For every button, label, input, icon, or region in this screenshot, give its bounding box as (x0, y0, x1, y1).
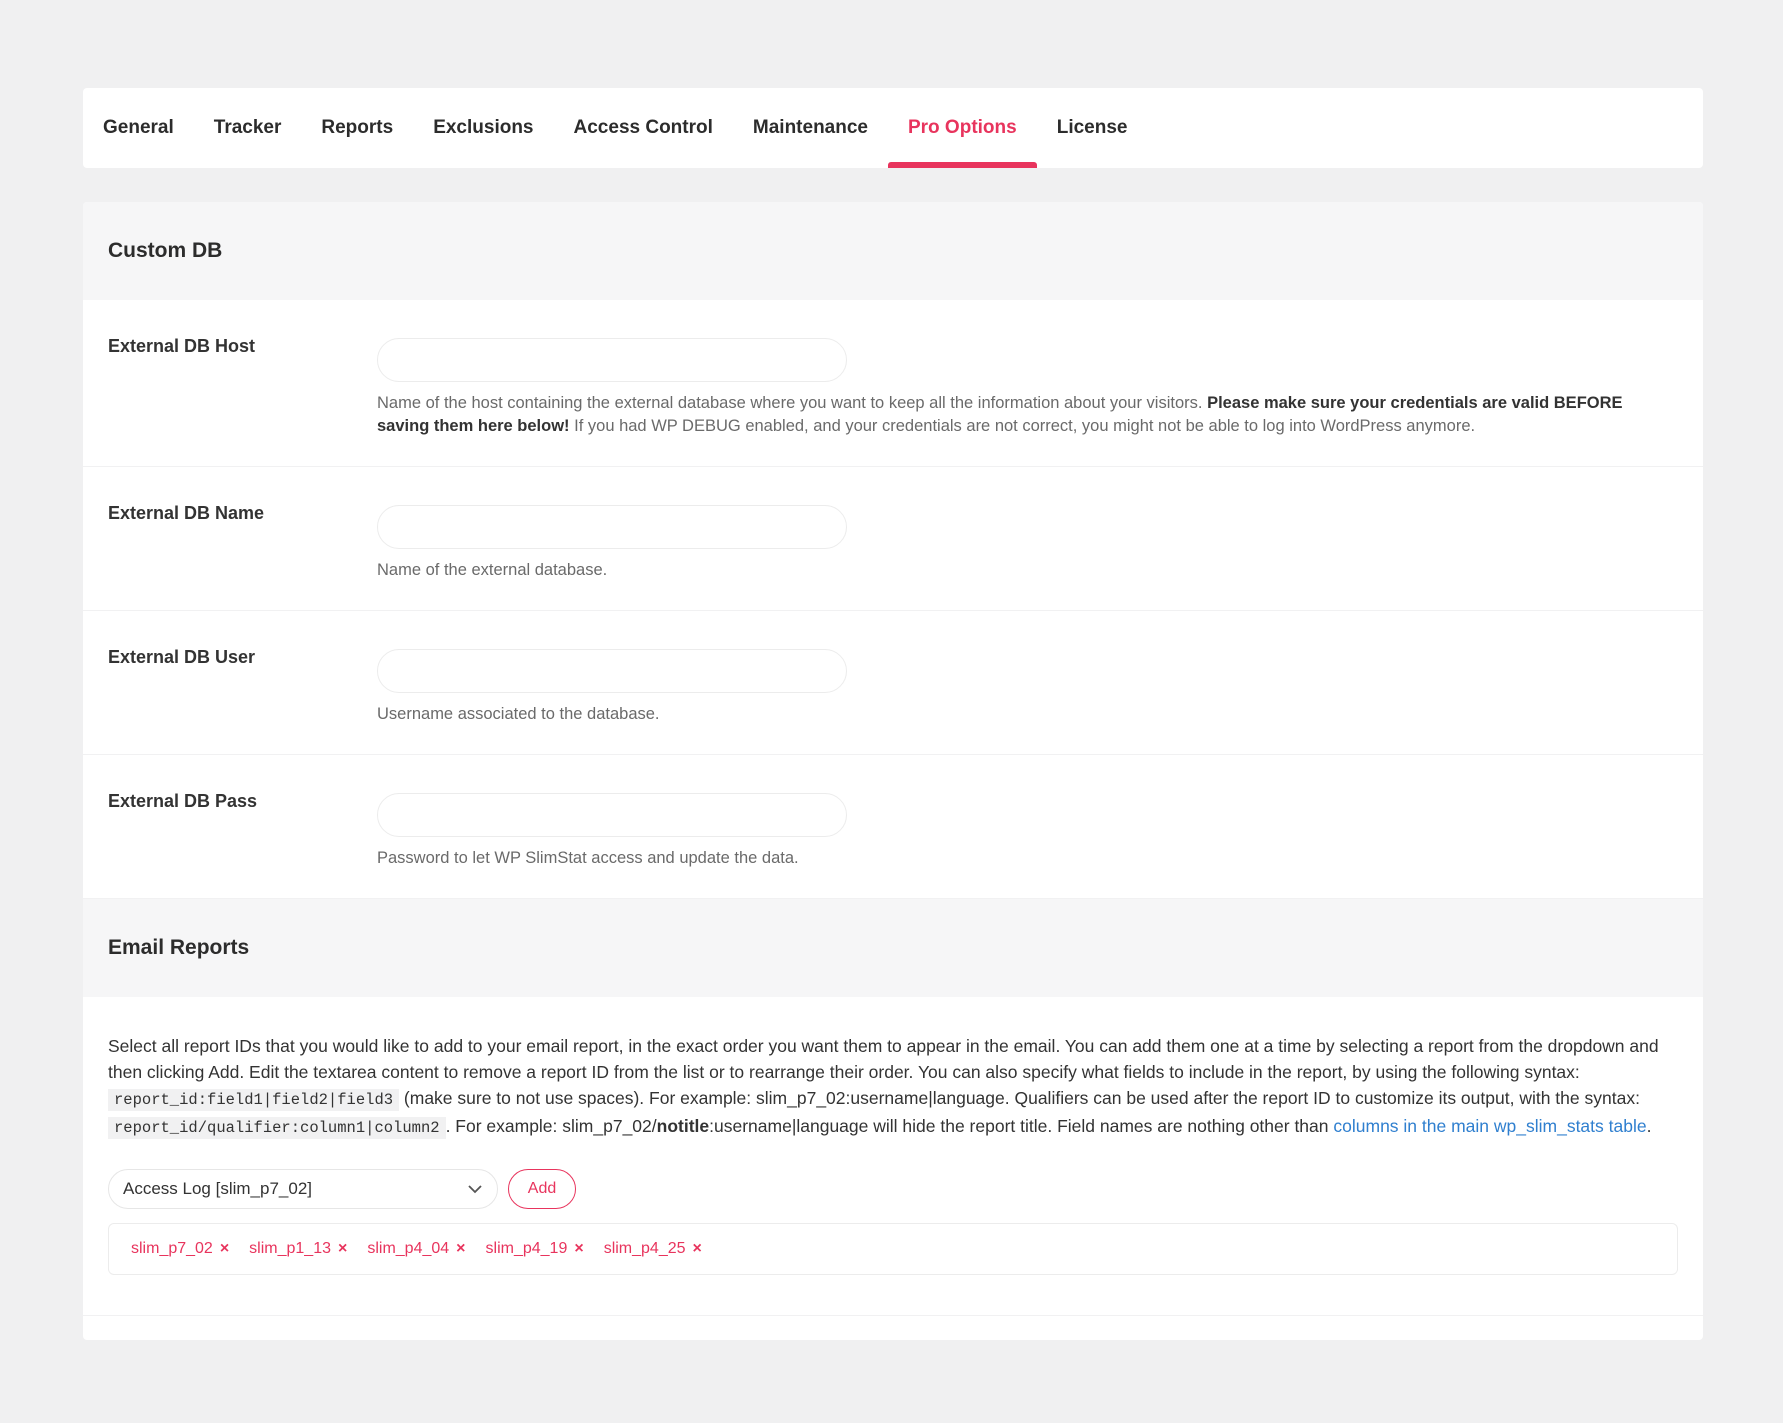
setting-description: Username associated to the database. (377, 705, 660, 723)
description-text: Name of the host containing the external… (377, 394, 1203, 412)
tab-license[interactable]: License (1037, 88, 1148, 168)
description-text: (make sure to not use spaces). For examp… (403, 1088, 1640, 1108)
setting-field: Username associated to the database. (377, 647, 1678, 726)
section-title-email-reports: Email Reports (83, 899, 1703, 997)
settings-panel: Custom DB External DB Host Name of the h… (83, 202, 1703, 1340)
description-text: If you had WP DEBUG enabled, and your cr… (574, 417, 1476, 435)
report-tag: slim_p1_13 × (249, 1240, 347, 1258)
tab-maintenance[interactable]: Maintenance (733, 88, 888, 168)
db-user-input[interactable] (377, 649, 847, 693)
report-tag-label: slim_p4_25 (603, 1240, 686, 1257)
setting-label: External DB User (108, 647, 256, 667)
setting-field: Password to let WP SlimStat access and u… (377, 791, 1678, 870)
setting-field: Name of the host containing the external… (377, 336, 1678, 438)
report-ids-textarea[interactable]: slim_p7_02 × slim_p1_13 × slim_p4_04 × s… (108, 1223, 1678, 1275)
qualifier-syntax-code: report_id/qualifier:column1|column2 (108, 1117, 446, 1139)
report-tag-label: slim_p4_04 (367, 1240, 450, 1257)
add-report-button[interactable]: Add (508, 1169, 576, 1209)
settings-page: General Tracker Reports Exclusions Acces… (83, 88, 1703, 1340)
setting-label: External DB Pass (108, 791, 258, 811)
section-title-custom-db: Custom DB (83, 202, 1703, 300)
report-select-value: Access Log [slim_p7_02] (123, 1179, 312, 1198)
setting-row-db-user: External DB User Username associated to … (83, 611, 1703, 755)
report-tag-label: slim_p4_19 (485, 1240, 568, 1257)
db-name-input[interactable] (377, 505, 847, 549)
setting-label: External DB Name (108, 503, 265, 523)
description-text: . For example: slim_p7_02/ (445, 1116, 657, 1136)
report-tag: slim_p4_19 × (486, 1240, 584, 1258)
tab-reports[interactable]: Reports (301, 88, 413, 168)
setting-description: Password to let WP SlimStat access and u… (377, 849, 799, 867)
setting-description: Name of the host containing the external… (377, 392, 1678, 438)
report-tag-label: slim_p1_13 (249, 1240, 331, 1257)
report-picker: Access Log [slim_p7_02] Add (108, 1169, 1678, 1209)
tab-access-control[interactable]: Access Control (554, 88, 733, 168)
report-tag-label: slim_p7_02 (131, 1240, 213, 1257)
setting-row-db-host: External DB Host Name of the host contai… (83, 300, 1703, 467)
tab-general[interactable]: General (103, 88, 194, 168)
syntax-code: report_id:field1|field2|field3 (108, 1089, 400, 1111)
chevron-down-icon (465, 1179, 485, 1199)
remove-icon[interactable]: × (220, 1240, 229, 1258)
tab-pro-options[interactable]: Pro Options (887, 88, 1037, 168)
description-text: Select all report IDs that you would lik… (108, 1036, 1659, 1082)
remove-icon[interactable]: × (574, 1240, 583, 1258)
remove-icon[interactable]: × (693, 1240, 702, 1258)
report-tag: slim_p7_02 × (131, 1240, 229, 1258)
setting-row-db-pass: External DB Pass Password to let WP Slim… (83, 755, 1703, 899)
tab-exclusions[interactable]: Exclusions (413, 88, 553, 168)
setting-label: External DB Host (108, 336, 256, 356)
report-tag: slim_p4_04 × (367, 1240, 465, 1258)
setting-row-db-name: External DB Name Name of the external da… (83, 467, 1703, 611)
report-tag: slim_p4_25 × (604, 1240, 702, 1258)
settings-tabs: General Tracker Reports Exclusions Acces… (83, 88, 1703, 168)
setting-description: Name of the external database. (377, 561, 608, 579)
db-host-input[interactable] (377, 338, 847, 382)
description-text: . (1646, 1116, 1652, 1136)
setting-field: Name of the external database. (377, 503, 1678, 582)
report-select[interactable]: Access Log [slim_p7_02] (108, 1169, 498, 1209)
tab-tracker[interactable]: Tracker (194, 88, 302, 168)
email-reports-description: Select all report IDs that you would lik… (108, 1033, 1688, 1141)
remove-icon[interactable]: × (338, 1240, 347, 1258)
email-reports-body: Select all report IDs that you would lik… (83, 997, 1703, 1315)
panel-footer (83, 1315, 1703, 1340)
description-bold: notitle (656, 1116, 710, 1136)
remove-icon[interactable]: × (456, 1240, 465, 1258)
columns-link[interactable]: columns in the main wp_slim_stats table (1333, 1116, 1646, 1136)
description-text: :username|language will hide the report … (709, 1116, 1329, 1136)
db-pass-input[interactable] (377, 793, 847, 837)
